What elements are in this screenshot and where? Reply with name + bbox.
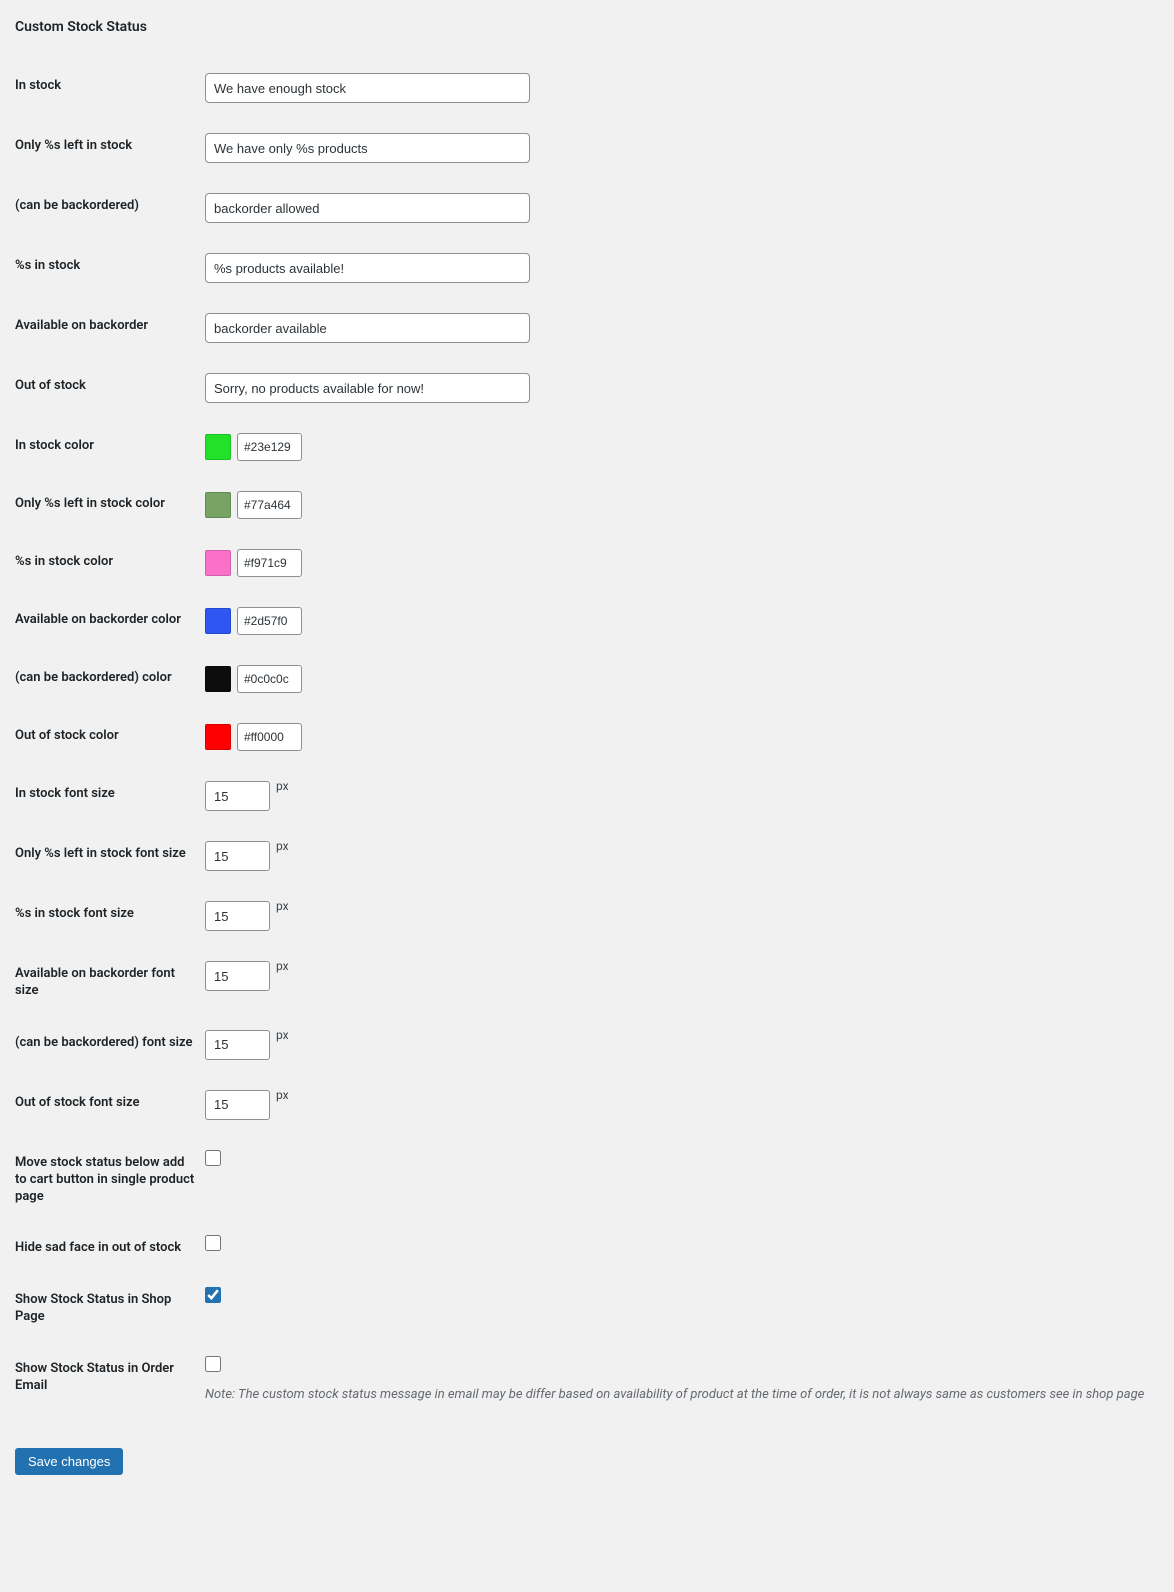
size-input-in-stock-font-size[interactable] <box>205 781 270 811</box>
size-input-can-be-backordered-font-size[interactable] <box>205 1030 270 1060</box>
size-input-available-on-backorder-font-size[interactable] <box>205 961 270 991</box>
label-out-of-stock-font-size: Out of stock font size <box>15 1080 205 1140</box>
input-can-be-backordered[interactable] <box>205 193 530 223</box>
label-only-s-left-in-stock-color: Only %s left in stock color <box>15 481 205 539</box>
save-changes-button[interactable]: Save changes <box>15 1448 123 1475</box>
checkbox-hide-sad-face-in-out-of-stock[interactable] <box>205 1235 221 1251</box>
label-can-be-backordered: (can be backordered) <box>15 183 205 243</box>
color-input-can-be-backordered-color[interactable] <box>237 665 302 693</box>
label-available-on-backorder-font-size: Available on backorder font size <box>15 951 205 1020</box>
unit-label: px <box>276 959 289 975</box>
color-swatch-can-be-backordered-color[interactable] <box>205 666 231 692</box>
unit-label: px <box>276 899 289 915</box>
label-can-be-backordered-color: (can be backordered) color <box>15 655 205 713</box>
page-title: Custom Stock Status <box>15 19 1159 35</box>
size-input-only-s-left-in-stock-font-size[interactable] <box>205 841 270 871</box>
input-only-s-left-in-stock[interactable] <box>205 133 530 163</box>
label-s-in-stock-color: %s in stock color <box>15 539 205 597</box>
label-s-in-stock: %s in stock <box>15 243 205 303</box>
unit-label: px <box>276 779 289 795</box>
input-available-on-backorder[interactable] <box>205 313 530 343</box>
checkbox-show-stock-status-in-order-email[interactable] <box>205 1356 221 1372</box>
label-in-stock-font-size: In stock font size <box>15 771 205 831</box>
label-s-in-stock-font-size: %s in stock font size <box>15 891 205 951</box>
color-input-available-on-backorder-color[interactable] <box>237 607 302 635</box>
color-swatch-available-on-backorder-color[interactable] <box>205 608 231 634</box>
label-only-s-left-in-stock: Only %s left in stock <box>15 123 205 183</box>
color-input-only-s-left-in-stock-color[interactable] <box>237 491 302 519</box>
settings-form-table: In stock Only %s left in stock (can be b… <box>15 63 1159 1424</box>
label-out-of-stock: Out of stock <box>15 363 205 423</box>
color-swatch-in-stock-color[interactable] <box>205 434 231 460</box>
input-s-in-stock[interactable] <box>205 253 530 283</box>
label-in-stock: In stock <box>15 63 205 123</box>
color-swatch-only-s-left-in-stock-color[interactable] <box>205 492 231 518</box>
size-input-out-of-stock-font-size[interactable] <box>205 1090 270 1120</box>
color-swatch-s-in-stock-color[interactable] <box>205 550 231 576</box>
note-show-stock-status-in-order-email: Note: The custom stock status message in… <box>205 1386 1149 1404</box>
size-input-s-in-stock-font-size[interactable] <box>205 901 270 931</box>
checkbox-move-stock-status-below-add-to-cart-button-in-single-product-page[interactable] <box>205 1150 221 1166</box>
label-move-stock-status-below-add-to-cart-button-in-single-product-page: Move stock status below add to cart butt… <box>15 1140 205 1226</box>
label-available-on-backorder-color: Available on backorder color <box>15 597 205 655</box>
color-input-in-stock-color[interactable] <box>237 433 302 461</box>
label-in-stock-color: In stock color <box>15 423 205 481</box>
label-show-stock-status-in-shop-page: Show Stock Status in Shop Page <box>15 1277 205 1346</box>
unit-label: px <box>276 1088 289 1104</box>
label-only-s-left-in-stock-font-size: Only %s left in stock font size <box>15 831 205 891</box>
label-can-be-backordered-font-size: (can be backordered) font size <box>15 1020 205 1080</box>
unit-label: px <box>276 1028 289 1044</box>
color-input-out-of-stock-color[interactable] <box>237 723 302 751</box>
unit-label: px <box>276 839 289 855</box>
color-input-s-in-stock-color[interactable] <box>237 549 302 577</box>
checkbox-show-stock-status-in-shop-page[interactable] <box>205 1287 221 1303</box>
input-in-stock[interactable] <box>205 73 530 103</box>
label-available-on-backorder: Available on backorder <box>15 303 205 363</box>
input-out-of-stock[interactable] <box>205 373 530 403</box>
color-swatch-out-of-stock-color[interactable] <box>205 724 231 750</box>
label-show-stock-status-in-order-email: Show Stock Status in Order Email <box>15 1346 205 1424</box>
label-hide-sad-face-in-out-of-stock: Hide sad face in out of stock <box>15 1225 205 1277</box>
label-out-of-stock-color: Out of stock color <box>15 713 205 771</box>
